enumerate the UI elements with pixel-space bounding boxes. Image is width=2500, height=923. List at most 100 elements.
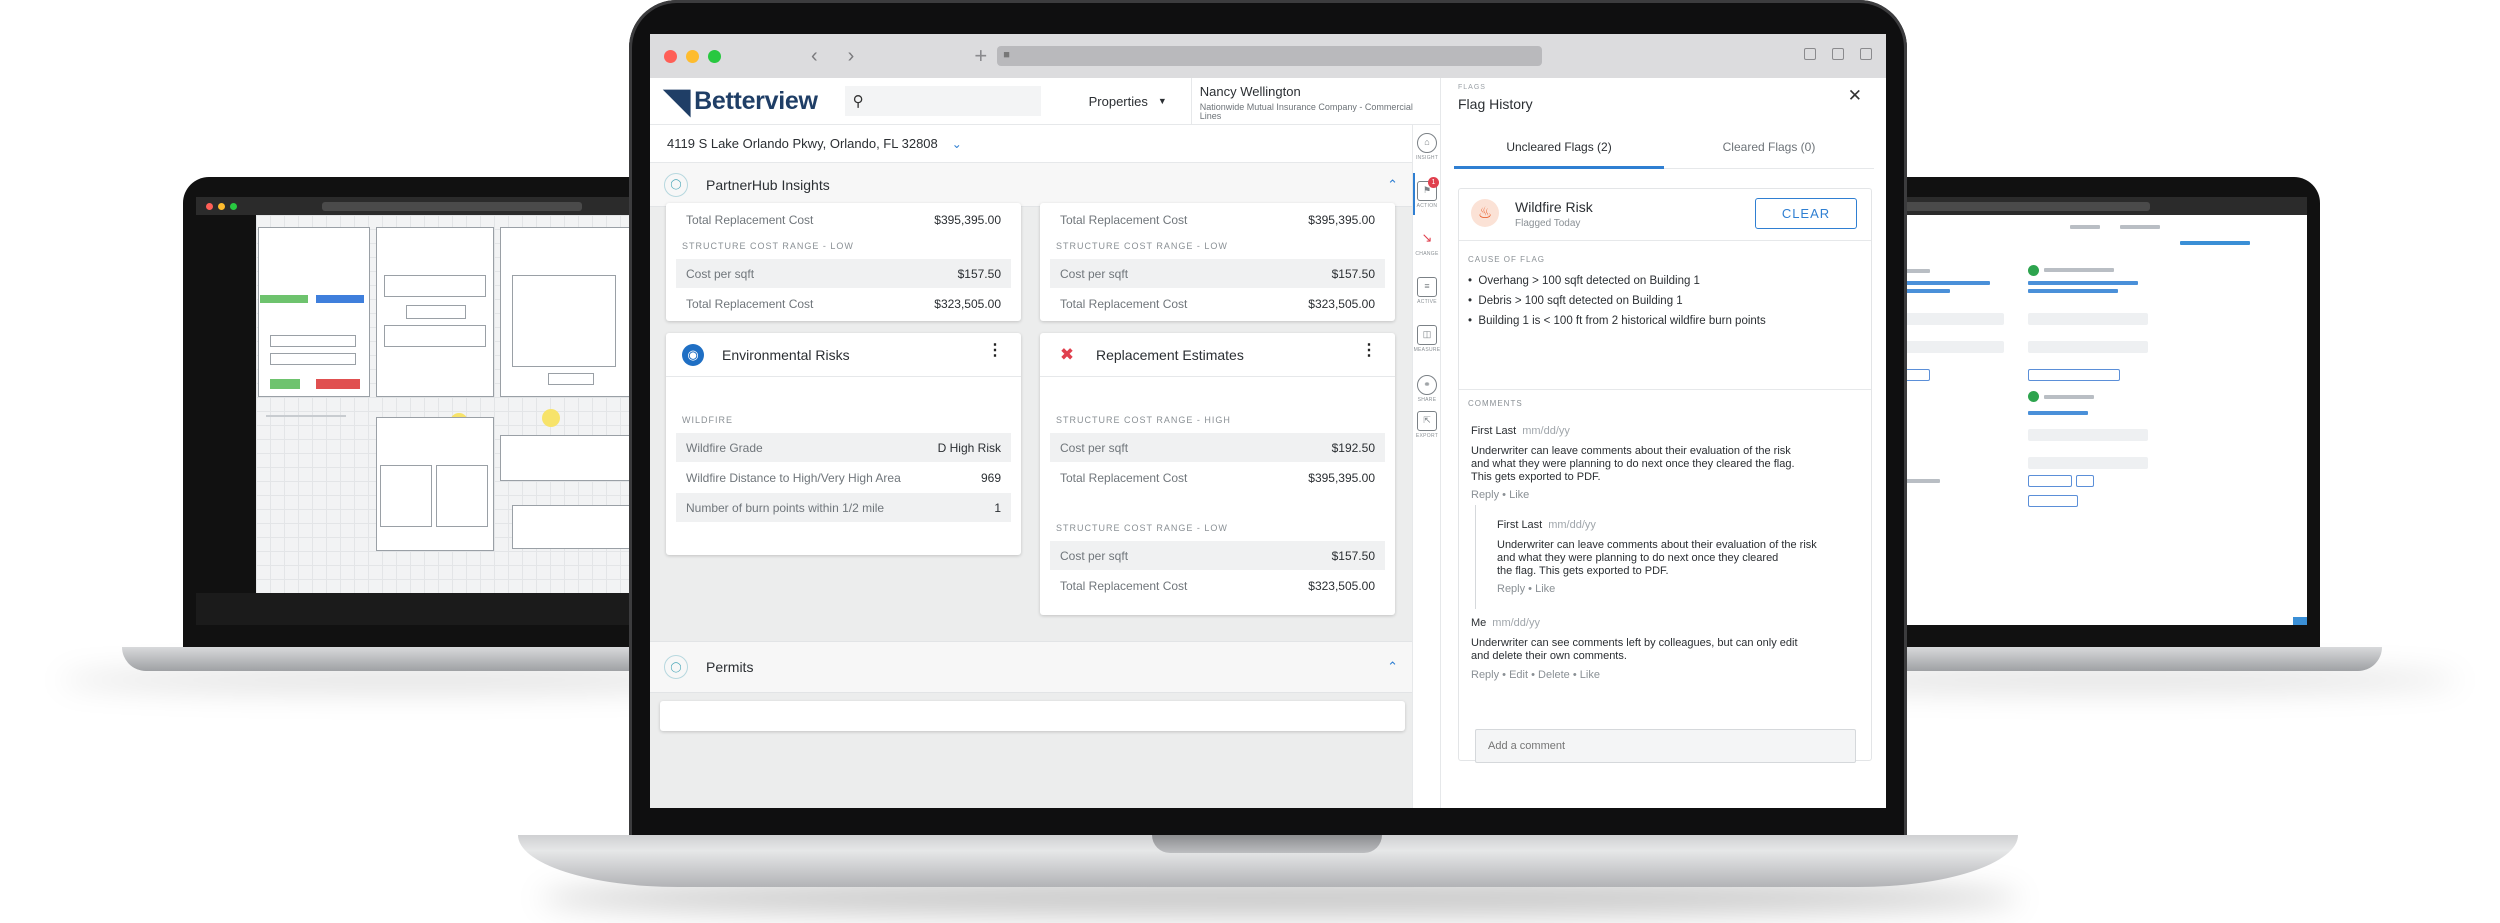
- flame-icon: ♨: [1471, 199, 1499, 227]
- card-title: Environmental Risks: [722, 346, 850, 363]
- share-rail-button[interactable]: ⚭ SHARE: [1413, 375, 1441, 403]
- environmental-risks-card: ◉ Environmental Risks ⋮ WILDFIRE Wildfir…: [666, 333, 1021, 555]
- share-browser-icon[interactable]: [1832, 48, 1844, 60]
- comment-body: Underwriter can leave comments about the…: [1471, 445, 1795, 483]
- cause-caption: CAUSE OF FLAG: [1468, 255, 1546, 264]
- brand-logo[interactable]: ◥ Betterview: [664, 84, 818, 118]
- table-row: Wildfire Distance to High/Very High Area…: [686, 470, 1001, 485]
- list-item: • Debris > 100 sqft detected on Building…: [1468, 295, 1683, 307]
- table-row: Cost per sqft $157.50: [676, 259, 1011, 288]
- maximize-window-button[interactable]: [708, 49, 721, 63]
- table-row: Cost per sqft $157.50: [1050, 541, 1385, 570]
- notification-badge: 1: [1428, 177, 1439, 188]
- table-row: Total Replacement Cost $323,505.00: [1060, 296, 1375, 311]
- property-address-selector[interactable]: 4119 S Lake Orlando Pkwy, Orlando, FL 32…: [650, 125, 1440, 163]
- insight-rail-button[interactable]: ⌂ INSIGHT: [1413, 133, 1441, 161]
- user-menu[interactable]: Nancy Wellington Nationwide Mutual Insur…: [1190, 77, 1433, 125]
- tool-rail: ⌂ INSIGHT ⚑ 1 ACTION ↘ CHANGE ≡ ACTIVE ◫…: [1412, 125, 1440, 808]
- close-window-button[interactable]: [664, 49, 677, 63]
- measure-rail-button[interactable]: ◫ MEASURE: [1413, 325, 1441, 353]
- cost-range-caption: STRUCTURE COST RANGE - LOW: [1056, 523, 1228, 533]
- main-screen: ‹ › + ■ ◥ Betterview ⚲ Properties ▼ Nanc…: [650, 34, 1886, 808]
- chevron-down-icon[interactable]: ⌄: [952, 137, 962, 151]
- user-name: Nancy Wellington: [1199, 83, 1301, 99]
- reader-icon[interactable]: [1804, 48, 1816, 60]
- search-input[interactable]: [871, 94, 1032, 108]
- list-item: • Building 1 is < 100 ft from 2 historic…: [1468, 315, 1766, 327]
- action-rail-button[interactable]: ⚑ 1 ACTION: [1413, 177, 1441, 209]
- document-icon: ≡: [1417, 277, 1437, 297]
- more-options-icon[interactable]: ⋮: [1361, 343, 1377, 359]
- comment-body: Underwriter can see comments left by col…: [1471, 637, 1798, 662]
- replacement-estimates-card: ✖ Replacement Estimates ⋮ STRUCTURE COST…: [1040, 333, 1395, 615]
- globe-icon: ◉: [682, 343, 704, 366]
- properties-label: Properties: [1088, 93, 1148, 109]
- table-row: Total Replacement Cost $395,395.00: [686, 212, 1001, 227]
- panel-title: Flag History: [1458, 96, 1533, 112]
- permits-header[interactable]: ◯ Permits ⌃: [650, 641, 1412, 693]
- flag-name: Wildfire Risk: [1515, 199, 1593, 215]
- comment-actions[interactable]: Reply • Like: [1471, 489, 1529, 501]
- cost-range-caption: STRUCTURE COST RANGE - LOW: [1056, 241, 1228, 251]
- clear-flag-button[interactable]: CLEAR: [1755, 198, 1857, 229]
- add-comment-input[interactable]: [1475, 729, 1856, 763]
- section-title: Permits: [706, 659, 754, 675]
- close-icon[interactable]: ✕: [1848, 86, 1862, 106]
- active-rail-button[interactable]: ≡ ACTIVE: [1413, 277, 1441, 305]
- comment-actions[interactable]: Reply • Edit • Delete • Like: [1471, 669, 1600, 681]
- replacement-card-top-right: Total Replacement Cost $395,395.00 STRUCT…: [1040, 203, 1395, 321]
- comment-actions[interactable]: Reply • Like: [1497, 583, 1555, 595]
- cost-range-caption: STRUCTURE COST RANGE - HIGH: [1056, 415, 1231, 425]
- table-row: Cost per sqft $192.50: [1050, 433, 1385, 462]
- wildfire-caption: WILDFIRE: [682, 415, 734, 425]
- left-laptop-base: [122, 647, 682, 671]
- flag-date: Flagged Today: [1515, 218, 1581, 229]
- tab-cleared-flags[interactable]: Cleared Flags (0): [1664, 125, 1874, 168]
- user-company: Nationwide Mutual Insurance Company - Co…: [1199, 101, 1413, 122]
- flag-tabs: Uncleared Flags (2) Cleared Flags (0): [1454, 125, 1874, 169]
- table-row: Wildfire Grade D High Risk: [676, 433, 1011, 462]
- brand-name: Betterview: [694, 86, 818, 115]
- more-options-icon[interactable]: ⋮: [987, 343, 1003, 359]
- search-icon: ⚲: [852, 93, 864, 110]
- tabs-icon[interactable]: [1860, 48, 1872, 60]
- share-icon: ⚭: [1417, 375, 1437, 395]
- browser-toolbar: ‹ › + ■: [650, 34, 1886, 78]
- list-item: • Overhang > 100 sqft detected on Buildi…: [1468, 275, 1700, 287]
- chevron-up-icon[interactable]: ⌃: [1387, 177, 1398, 193]
- cost-range-caption: STRUCTURE COST RANGE - LOW: [682, 241, 854, 251]
- comment-body: Underwriter can leave comments about the…: [1497, 539, 1817, 577]
- betterview-app: ◥ Betterview ⚲ Properties ▼ Nancy Wellin…: [650, 77, 1886, 808]
- mini-browser-bar: [196, 197, 683, 215]
- search-box[interactable]: ⚲: [844, 86, 1041, 116]
- new-tab-icon[interactable]: +: [974, 43, 987, 69]
- tab-uncleared-flags[interactable]: Uncleared Flags (2): [1454, 125, 1664, 169]
- permits-card: [660, 701, 1405, 731]
- forward-icon[interactable]: ›: [848, 45, 855, 68]
- properties-dropdown[interactable]: Properties ▼: [1089, 94, 1167, 109]
- card-title: Replacement Estimates: [1096, 346, 1244, 363]
- betterview-logo-icon: ◥: [664, 82, 691, 120]
- replacement-card-top-left: Total Replacement Cost $395,395.00 STRUCT…: [666, 203, 1021, 321]
- partnerhub-insights-header[interactable]: ◯ PartnerHub Insights ⌃: [650, 163, 1412, 207]
- chevron-up-icon[interactable]: ⌃: [1387, 659, 1398, 675]
- address-bar[interactable]: ■: [997, 46, 1543, 66]
- export-rail-button[interactable]: ⇱ EXPORT: [1413, 411, 1441, 439]
- left-laptop-screen: [196, 197, 683, 625]
- whiteboard-thumbnail: [256, 215, 683, 625]
- insights-content: ◯ PartnerHub Insights ⌃ Total Replacemen…: [650, 163, 1412, 808]
- minimize-window-button[interactable]: [686, 49, 699, 63]
- card-header: ✖ Replacement Estimates ⋮: [1040, 333, 1395, 377]
- table-row: Number of burn points within 1/2 mile 1: [676, 493, 1011, 522]
- tools-icon: ✖: [1059, 344, 1075, 364]
- table-row: Total Replacement Cost $395,395.00: [1060, 470, 1375, 485]
- permits-icon: ◯: [664, 655, 688, 679]
- flag-card: ♨ Wildfire Risk Flagged Today CLEAR CAUS…: [1458, 188, 1872, 763]
- lock-icon: ■: [1003, 49, 1010, 61]
- back-icon[interactable]: ‹: [811, 45, 818, 68]
- change-rail-button[interactable]: ↘ CHANGE: [1413, 229, 1441, 257]
- section-title: PartnerHub Insights: [706, 176, 830, 193]
- insights-icon: ◯: [664, 172, 688, 197]
- comment-author: First Last mm/dd/yy: [1471, 425, 1570, 437]
- table-row: Total Replacement Cost $395,395.00: [1060, 212, 1375, 227]
